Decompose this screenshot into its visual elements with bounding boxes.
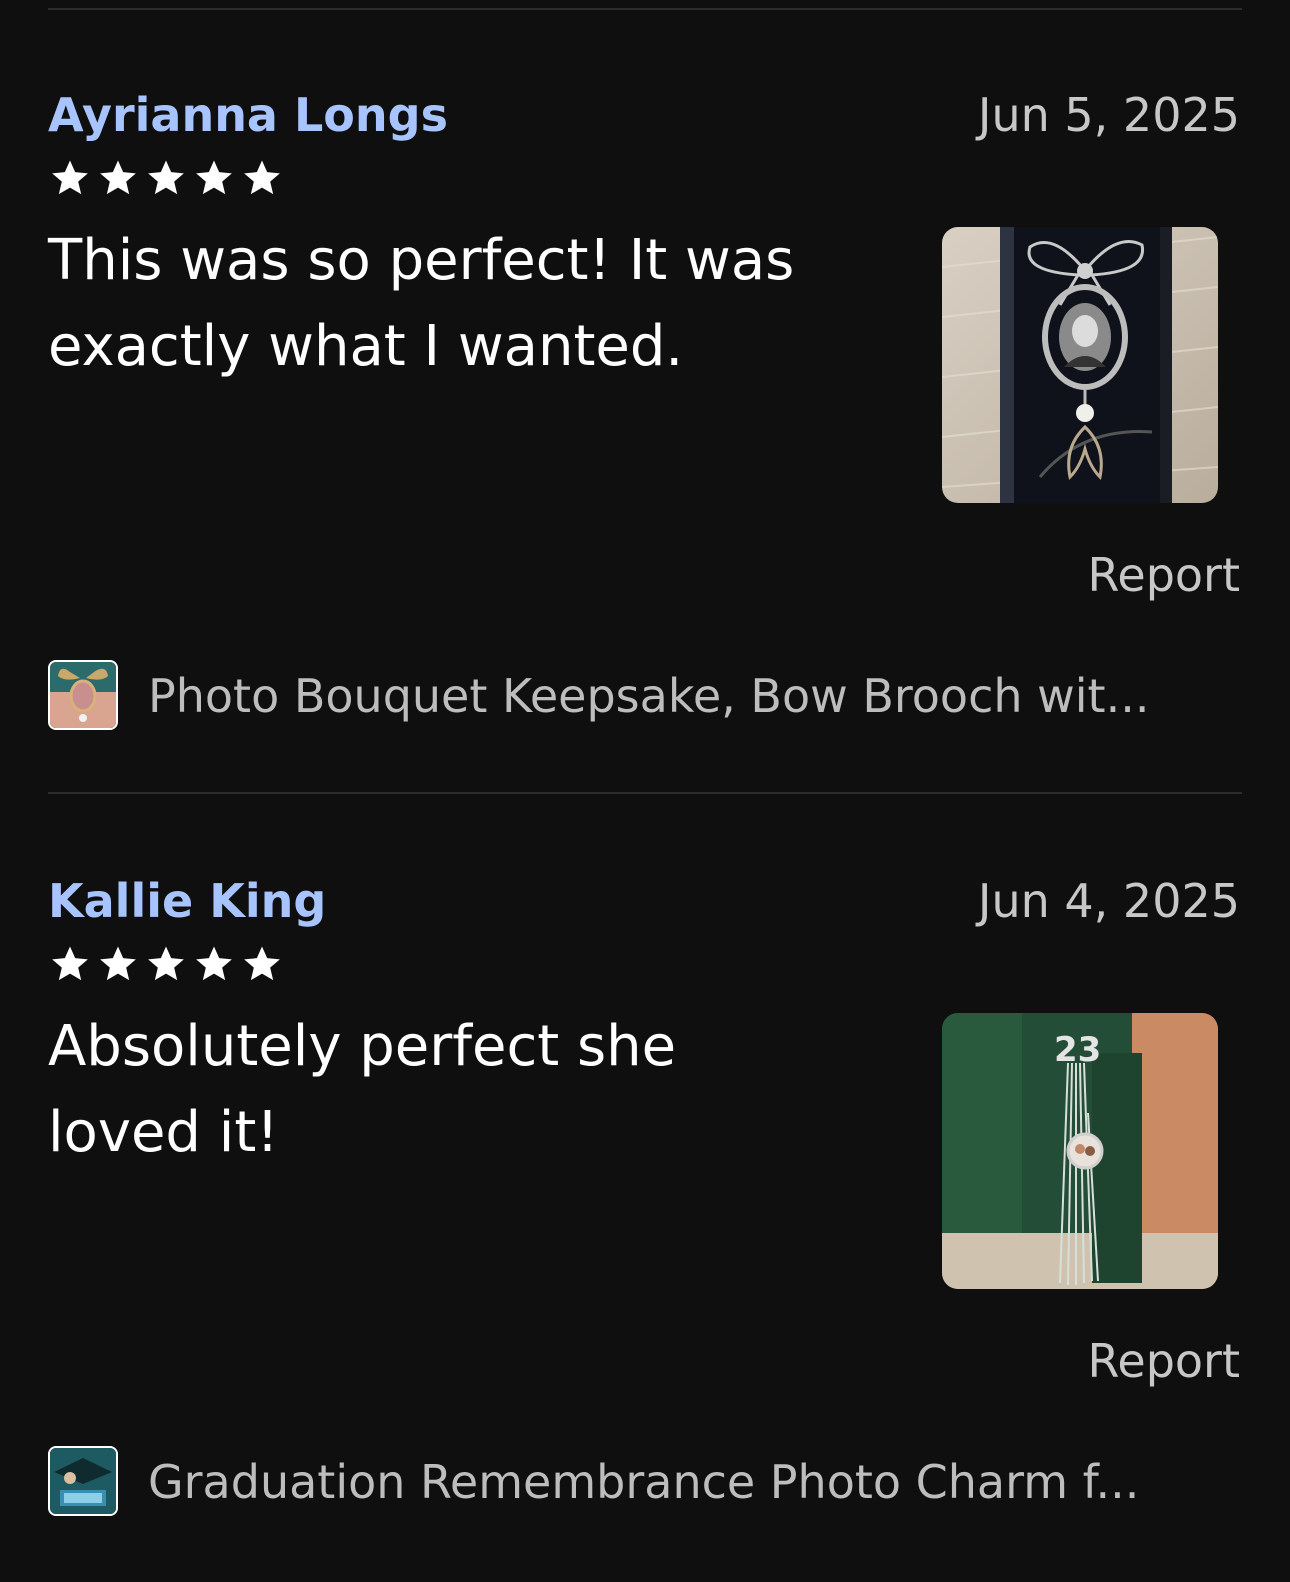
- product-title[interactable]: Photo Bouquet Keepsake, Bow Brooch wit..…: [148, 658, 1218, 734]
- star-rating: [46, 148, 285, 208]
- bow-brooch-thumb-icon: [48, 660, 118, 730]
- star-icon: [94, 148, 141, 208]
- bow-brooch-photo-icon[interactable]: [942, 227, 1218, 503]
- star-icon: [46, 148, 93, 208]
- review-text: This was so perfect! It was exactly what…: [48, 228, 795, 379]
- star-icon: [190, 148, 237, 208]
- product-title[interactable]: Graduation Remembrance Photo Charm f...: [148, 1444, 1218, 1520]
- review-date: Jun 5, 2025: [977, 88, 1240, 142]
- review-card: Ayrianna Longs Jun 5, 2025 This was so p…: [0, 8, 1290, 792]
- graduation-charm-thumb-icon: [48, 1446, 118, 1516]
- star-rating: [46, 934, 285, 994]
- star-icon: [142, 934, 189, 994]
- report-link[interactable]: Report: [1088, 1326, 1241, 1396]
- review-text: Absolutely perfect she loved it!: [48, 1014, 677, 1165]
- reviewer-name[interactable]: Kallie King: [48, 866, 326, 936]
- svg-text:23: 23: [1054, 1030, 1101, 1070]
- review-date: Jun 4, 2025: [977, 874, 1240, 928]
- product-link[interactable]: Photo Bouquet Keepsake, Bow Brooch wit..…: [48, 658, 1218, 734]
- star-icon: [238, 934, 285, 994]
- review-card: Kallie King Jun 4, 2025 Absolutely perfe…: [0, 794, 1290, 1578]
- star-icon: [190, 934, 237, 994]
- reviewer-name[interactable]: Ayrianna Longs: [48, 80, 448, 150]
- star-icon: [238, 148, 285, 208]
- star-icon: [142, 148, 189, 208]
- product-link[interactable]: Graduation Remembrance Photo Charm f...: [48, 1444, 1218, 1520]
- star-icon: [46, 934, 93, 994]
- report-link[interactable]: Report: [1088, 540, 1241, 610]
- graduation-tassel-photo-icon[interactable]: 23: [942, 1013, 1218, 1289]
- star-icon: [94, 934, 141, 994]
